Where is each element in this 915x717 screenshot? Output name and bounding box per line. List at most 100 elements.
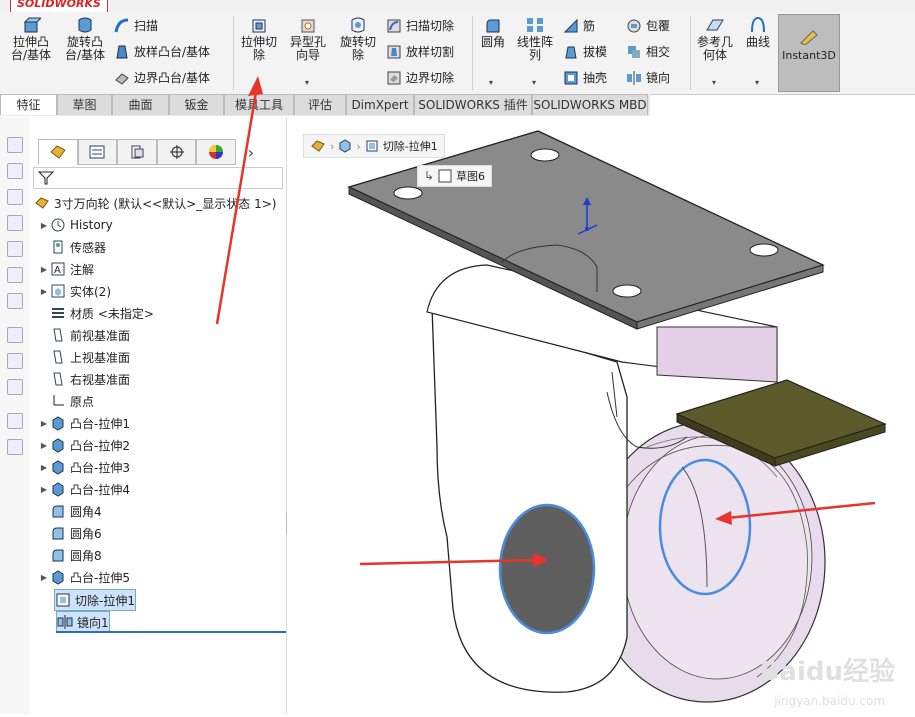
toolbar-view-icon[interactable] — [7, 137, 23, 153]
tree-rollback-bar[interactable] — [56, 631, 286, 633]
toolbar-tool-icon[interactable] — [7, 353, 23, 369]
title-bar: SOLIDWORKS — [0, 0, 915, 13]
fillet-icon — [52, 549, 64, 562]
tree-item[interactable]: ▶ History — [38, 215, 113, 235]
model-canvas[interactable] — [245, 81, 915, 714]
tree-item[interactable]: 圆角6 — [38, 523, 102, 543]
fillet-dropdown[interactable]: ▾ — [489, 78, 493, 87]
toolbar-view-icon[interactable] — [7, 215, 23, 231]
breadcrumb-sketch[interactable]: ↳ 草图6 — [417, 165, 493, 187]
expand-arrow-icon[interactable]: ▶ — [38, 419, 50, 428]
toolbar-view-icon[interactable] — [7, 241, 23, 257]
expand-arrow-icon[interactable]: ▶ — [38, 485, 50, 494]
mirror-icon — [627, 71, 641, 85]
toolbar-view-icon[interactable] — [7, 189, 23, 205]
history-icon — [51, 218, 65, 232]
tree-item-label: 右视基准面 — [70, 372, 131, 387]
boundary-boss-button[interactable]: 边界凸台/基体 — [114, 70, 210, 86]
reference-geometry-button[interactable]: 参考几何体 — [694, 16, 736, 62]
hole-wizard-button[interactable]: 异型孔向导 — [286, 16, 330, 62]
linear-pattern-button[interactable]: 线性阵列 — [514, 16, 556, 62]
instant3d-button[interactable]: Instant3D — [778, 14, 840, 92]
toolbar-view-icon[interactable] — [7, 163, 23, 179]
tree-item[interactable]: ▶ 实体(2) — [38, 281, 111, 301]
tree-item-label: History — [70, 218, 113, 232]
part-icon[interactable] — [310, 139, 326, 153]
intersect-button[interactable]: 相交 — [626, 44, 670, 60]
rib-button[interactable]: 筋 — [563, 18, 595, 34]
wrap-button[interactable]: 包覆 — [626, 18, 670, 34]
tab-evaluate[interactable]: 评估 — [294, 94, 346, 115]
sweep-button[interactable]: 扫描 — [114, 18, 158, 34]
graphics-viewport[interactable]: › › 切除-拉伸1 ↳ 草图6 Baidu经验 jingyan.baidu.c… — [245, 81, 915, 714]
expand-arrow-icon[interactable]: ▶ — [38, 463, 50, 472]
toolbar-copy-icon[interactable] — [7, 439, 23, 455]
expand-arrow-icon[interactable]: ▶ — [38, 573, 50, 582]
tree-item[interactable]: 镜向1 — [56, 611, 110, 633]
curves-icon — [751, 16, 765, 33]
expand-arrow-icon[interactable]: ▶ — [38, 221, 50, 230]
tree-item[interactable]: ▶ 凸台-拉伸5 — [38, 567, 130, 587]
shell-button[interactable]: 抽壳 — [563, 70, 607, 86]
tree-item[interactable]: ▶ 凸台-拉伸2 — [38, 435, 130, 455]
feature-tree-tab[interactable] — [38, 139, 78, 165]
baidu-watermark-url: jingyan.baidu.com — [774, 694, 885, 708]
tree-item[interactable]: 传感器 — [38, 237, 106, 257]
fillet-icon — [52, 505, 64, 518]
tab-dimxpert[interactable]: DimXpert — [346, 94, 414, 115]
body-cube-icon[interactable] — [338, 139, 352, 153]
expand-arrow-icon[interactable]: ▶ — [38, 265, 50, 274]
tree-item[interactable]: ▶ 凸台-拉伸3 — [38, 457, 130, 477]
loft-boss-button[interactable]: 放样凸台/基体 — [114, 44, 210, 60]
cut-face-left[interactable] — [498, 503, 596, 635]
tree-item[interactable]: ▶ 凸台-拉伸1 — [38, 413, 130, 433]
tree-item[interactable]: 原点 — [38, 391, 94, 411]
tree-item[interactable]: 切除-拉伸1 — [54, 589, 136, 611]
mirror-icon — [57, 615, 73, 629]
tab-features[interactable]: 特征 — [0, 94, 57, 115]
toolbar-view-icon[interactable] — [7, 293, 23, 309]
tree-item[interactable]: ▶ A 注解 — [38, 259, 94, 279]
wrap-icon — [627, 19, 641, 33]
revolve-cut-button[interactable]: 旋转切除 — [336, 16, 380, 62]
tree-item[interactable]: 圆角8 — [38, 545, 102, 565]
toolbar-copy-icon[interactable] — [7, 413, 23, 429]
linear-pattern-dropdown[interactable]: ▾ — [532, 78, 536, 87]
expand-arrow-icon[interactable]: ▶ — [38, 287, 50, 296]
hole-wizard-dropdown[interactable]: ▾ — [305, 78, 309, 87]
mirror-button[interactable]: 镜向 — [626, 70, 670, 86]
loft-cut-button[interactable]: 放样切割 — [386, 44, 454, 60]
tree-item[interactable]: 圆角4 — [38, 501, 102, 521]
loft-cut-icon — [387, 45, 401, 59]
tab-solidworks-addins[interactable]: SOLIDWORKS 插件 — [414, 94, 532, 115]
sweep-cut-button[interactable]: 扫描切除 — [386, 18, 454, 34]
tab-surfaces[interactable]: 曲面 — [112, 94, 169, 115]
curves-dropdown[interactable]: ▾ — [755, 78, 759, 87]
curves-button[interactable]: 曲线 — [742, 16, 774, 49]
boundary-cut-button[interactable]: 边界切除 — [386, 70, 454, 86]
configuration-manager-tab[interactable] — [117, 139, 157, 165]
tree-item-label: 材质 <未指定> — [70, 306, 154, 321]
annotation-icon: A — [51, 262, 65, 276]
tree-item[interactable]: 材质 <未指定> — [38, 303, 154, 323]
property-manager-tab[interactable] — [77, 139, 118, 165]
draft-button[interactable]: 拔模 — [563, 44, 607, 60]
tree-item[interactable]: 前视基准面 — [38, 325, 130, 345]
dimxpert-manager-tab[interactable] — [156, 139, 197, 165]
toolbar-select-icon[interactable] — [7, 327, 23, 343]
fillet-button[interactable]: 圆角 — [476, 16, 510, 49]
tree-item[interactable]: 右视基准面 — [38, 369, 130, 389]
revolve-boss-button[interactable]: 旋转凸台/基体 — [62, 16, 108, 62]
expand-arrow-icon[interactable]: ▶ — [38, 441, 50, 450]
extrude-boss-button[interactable]: 拉伸凸台/基体 — [8, 16, 54, 62]
breadcrumb-feature[interactable]: 切除-拉伸1 — [383, 138, 438, 154]
tree-item[interactable]: ▶ 凸台-拉伸4 — [38, 479, 130, 499]
tree-item[interactable]: 上视基准面 — [38, 347, 130, 367]
reference-geometry-dropdown[interactable]: ▾ — [712, 78, 716, 87]
toolbar-view-icon[interactable] — [7, 267, 23, 283]
tab-solidworks-mbd[interactable]: SOLIDWORKS MBD — [532, 94, 648, 115]
mirror-face-right[interactable] — [658, 458, 752, 596]
toolbar-display-icon[interactable] — [7, 379, 23, 395]
extrude-cut-button[interactable]: 拉伸切除 — [238, 16, 280, 62]
tab-sketch[interactable]: 草图 — [57, 94, 112, 115]
